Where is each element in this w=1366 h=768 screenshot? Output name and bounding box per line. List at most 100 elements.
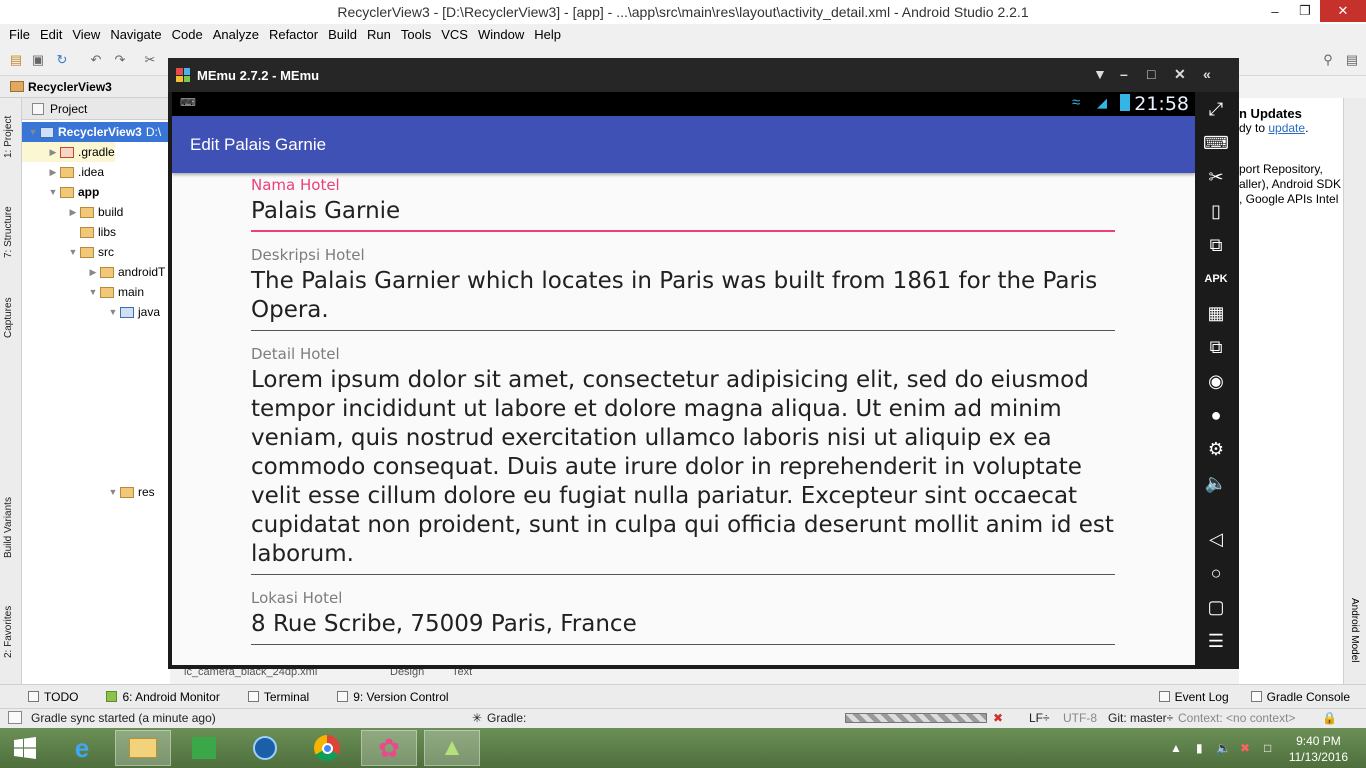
close-button[interactable]: ✕ (1320, 0, 1366, 22)
event-log-tab[interactable]: Event Log (1158, 690, 1229, 704)
shared-folder-icon[interactable]: ▦ (1205, 302, 1227, 324)
tree-item[interactable]: ▼ res (22, 482, 155, 502)
minimize-button[interactable]: – (1260, 0, 1290, 22)
tree-item[interactable]: ▶ androidT (22, 262, 166, 282)
expanded-arrow-icon[interactable]: ▼ (106, 307, 120, 317)
save-icon[interactable]: ▣ (30, 52, 46, 68)
multi-instance-icon[interactable]: ⧉ (1205, 336, 1227, 358)
lock-icon[interactable]: 🔒 (1322, 711, 1337, 725)
network-icon[interactable]: ✖ (1240, 741, 1250, 755)
internet-explorer-app[interactable]: e (54, 730, 110, 766)
layout-icon[interactable]: ▤ (1344, 52, 1360, 68)
tab-captures[interactable]: Captures (3, 297, 14, 338)
breadcrumb-project[interactable]: RecyclerView3 (28, 80, 112, 94)
redo-icon[interactable]: ↷ (112, 52, 128, 68)
cut-icon[interactable]: ✂ (142, 52, 158, 68)
file-explorer-app[interactable] (115, 730, 171, 766)
menu-window[interactable]: Window (473, 27, 529, 42)
tree-item[interactable]: ▼ main (22, 282, 144, 302)
menu-code[interactable]: Code (167, 27, 208, 42)
detail-hotel-input[interactable]: Lorem ipsum dolor sit amet, consectetur … (251, 363, 1115, 574)
memu-minimize-button[interactable]: – (1120, 66, 1128, 82)
version-control-tab[interactable]: 9: Version Control (337, 690, 449, 704)
tree-item[interactable]: ▶ build (22, 202, 124, 222)
line-separator[interactable]: LF÷ (1029, 711, 1050, 725)
menu-run[interactable]: Run (362, 27, 396, 42)
menu-view[interactable]: View (67, 27, 105, 42)
scissors-icon[interactable]: ✂ (1205, 166, 1227, 188)
memu-app[interactable]: ✿ (361, 730, 417, 766)
collapsed-arrow-icon[interactable]: ▶ (46, 167, 60, 178)
cancel-progress-icon[interactable]: ✖ (993, 711, 1003, 725)
tree-item[interactable]: ▼ app (22, 182, 100, 202)
expanded-arrow-icon[interactable]: ▼ (86, 287, 100, 297)
deskripsi-hotel-input[interactable]: The Palais Garnier which locates in Pari… (251, 264, 1115, 330)
tree-item[interactable]: ▶ .idea (22, 162, 105, 182)
tab-build-variants[interactable]: Build Variants (3, 497, 14, 558)
memu-maximize-button[interactable]: □ (1147, 66, 1155, 82)
rotate-icon[interactable]: ⧉ (1205, 234, 1227, 256)
menu-file[interactable]: File (4, 27, 35, 42)
gamepad-icon[interactable]: ◉ (1205, 370, 1227, 392)
open-folder-icon[interactable]: ▤ (8, 52, 24, 68)
deskripsi-hotel-field[interactable]: Deskripsi Hotel The Palais Garnier which… (251, 246, 1115, 331)
sync-icon[interactable]: ↻ (54, 52, 70, 68)
menu-help[interactable]: Help (529, 27, 566, 42)
collapsed-arrow-icon[interactable]: ▶ (46, 147, 60, 158)
menu-analyze[interactable]: Analyze (208, 27, 264, 42)
menu-build[interactable]: Build (323, 27, 362, 42)
fullscreen-icon[interactable]: ⤢ (1205, 98, 1227, 120)
menu-vcs[interactable]: VCS (436, 27, 473, 42)
settings-icon[interactable]: ⚙ (1205, 438, 1227, 460)
memu-collapse-sidebar-icon[interactable]: « (1203, 66, 1211, 82)
home-icon[interactable]: ○ (1205, 562, 1227, 584)
keyboard-mapping-icon[interactable]: ⌨ (1203, 132, 1229, 154)
breadcrumb[interactable]: RecyclerView3 (0, 76, 170, 98)
tree-item[interactable]: ▼ java (22, 302, 160, 322)
menu-tools[interactable]: Tools (396, 27, 436, 42)
todo-tab[interactable]: TODO (28, 690, 78, 704)
chrome-app[interactable] (299, 730, 355, 766)
undo-icon[interactable]: ↶ (88, 52, 104, 68)
record-icon[interactable]: ● (1205, 404, 1227, 426)
lokasi-hotel-field[interactable]: Lokasi Hotel 8 Rue Scribe, 75009 Paris, … (251, 589, 1115, 645)
git-branch[interactable]: Git: master÷ (1108, 711, 1173, 725)
recents-icon[interactable]: ▢ (1205, 596, 1227, 618)
blue-app[interactable] (237, 730, 293, 766)
volume-icon[interactable]: 🔈 (1205, 472, 1227, 494)
tree-item[interactable]: ▼ src (22, 242, 114, 262)
collapsed-arrow-icon[interactable]: ▶ (66, 207, 80, 218)
signal-icon[interactable]: □ (1264, 741, 1271, 755)
project-panel-header[interactable]: Project (22, 98, 170, 120)
detail-hotel-field[interactable]: Detail Hotel Lorem ipsum dolor sit amet,… (251, 345, 1115, 575)
tab-structure[interactable]: 7: Structure (3, 206, 14, 258)
android-monitor-tab[interactable]: 6: Android Monitor (106, 690, 220, 704)
memu-menu-icon[interactable]: ▼ (1093, 66, 1107, 82)
back-icon[interactable]: ◁ (1205, 528, 1227, 550)
tree-item[interactable]: ▼ RecyclerView3 D:\ (22, 122, 170, 142)
expanded-arrow-icon[interactable]: ▼ (26, 127, 40, 137)
sound-icon[interactable]: 🔈 (1216, 741, 1231, 755)
tab-favorites[interactable]: 2: Favorites (3, 606, 14, 658)
menu-refactor[interactable]: Refactor (264, 27, 323, 42)
tray-expand-icon[interactable]: ▲ (1170, 741, 1182, 755)
lokasi-hotel-input[interactable]: 8 Rue Scribe, 75009 Paris, France (251, 607, 1115, 644)
restore-button[interactable]: ❐ (1290, 0, 1320, 22)
menu-navigate[interactable]: Navigate (105, 27, 166, 42)
expanded-arrow-icon[interactable]: ▼ (46, 187, 60, 197)
store-app[interactable] (176, 730, 232, 766)
terminal-tab[interactable]: Terminal (247, 690, 309, 704)
tree-item[interactable]: ▶ .gradle (22, 142, 115, 162)
expanded-arrow-icon[interactable]: ▼ (66, 247, 80, 257)
tab-android-model[interactable]: Android Model (1349, 598, 1360, 662)
status-window-icon[interactable] (8, 711, 22, 724)
expanded-arrow-icon[interactable]: ▼ (106, 487, 120, 497)
memu-close-button[interactable]: ✕ (1174, 66, 1186, 83)
menu-edit[interactable]: Edit (35, 27, 67, 42)
tree-item[interactable]: libs (22, 222, 116, 242)
apk-icon[interactable]: APK (1204, 268, 1227, 290)
nama-hotel-input[interactable]: Palais Garnie (251, 194, 1115, 230)
start-button[interactable] (0, 730, 50, 766)
shake-icon[interactable]: ▯ (1205, 200, 1227, 222)
nama-hotel-field[interactable]: Nama Hotel Palais Garnie (251, 176, 1115, 232)
